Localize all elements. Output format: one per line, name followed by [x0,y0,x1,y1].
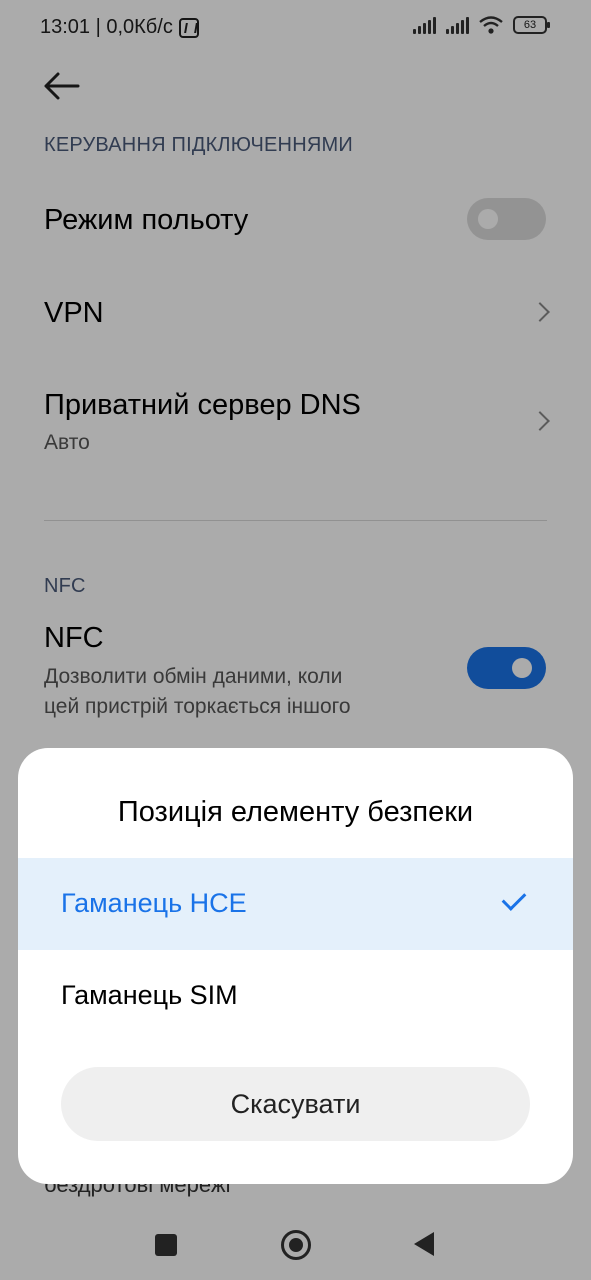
dialog-title: Позиція елементу безпеки [117,796,474,828]
checkmark-icon [501,886,527,911]
secure-element-dialog: Позиція елементу безпеки Гаманець HCE Га… [18,748,573,1184]
option-wallet-sim[interactable]: Гаманець SIM [18,950,573,1042]
option-label: Гаманець SIM [61,980,238,1010]
cancel-button[interactable]: Скасувати [61,1067,530,1141]
option-wallet-hce[interactable]: Гаманець HCE [18,858,573,950]
option-label: Гаманець HCE [61,888,247,918]
